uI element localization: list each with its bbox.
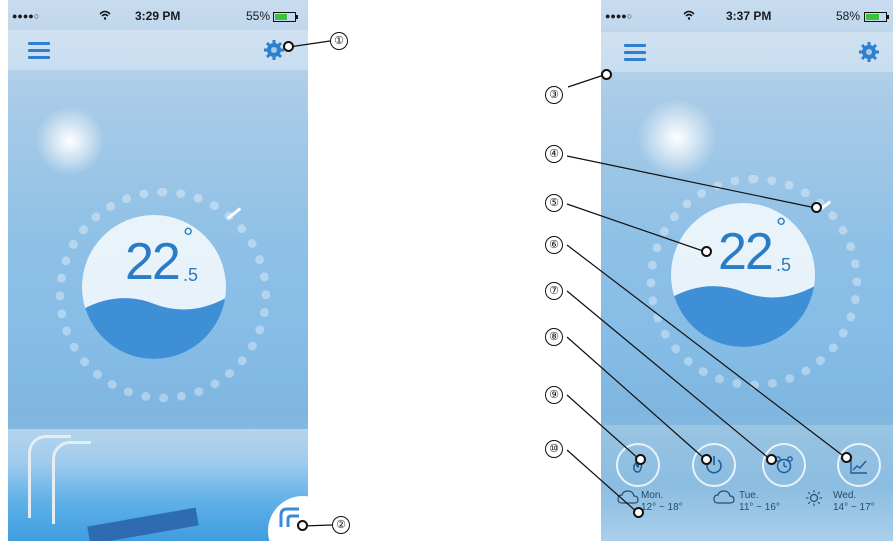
callout-4: ④ xyxy=(545,145,563,163)
forecast-day: Tue. 11° ~ 16° xyxy=(739,490,780,514)
callout-5: ⑤ xyxy=(545,194,563,212)
timer-button[interactable] xyxy=(762,443,806,487)
pool-photo xyxy=(8,429,308,541)
callout-7: ⑦ xyxy=(545,282,563,300)
pool-ladder xyxy=(52,441,91,524)
callout-marker xyxy=(635,454,646,465)
callout-10: ⑩ xyxy=(545,440,563,458)
status-time: 3:37 PM xyxy=(726,9,772,23)
temperature-decimal: .5 xyxy=(776,255,792,275)
forecast-temp-range: 11° ~ 16° xyxy=(739,502,780,513)
callout-marker xyxy=(701,246,712,257)
callout-2: ② xyxy=(332,516,350,534)
callout-3: ③ xyxy=(545,86,563,104)
callout-marker xyxy=(811,202,822,213)
callout-6: ⑥ xyxy=(545,236,563,254)
callout-marker xyxy=(841,452,852,463)
gear-icon[interactable] xyxy=(858,41,880,63)
sun-icon xyxy=(805,489,823,512)
callout-marker xyxy=(766,454,777,465)
callout-1: ① xyxy=(330,32,348,50)
pool-mat xyxy=(87,507,199,541)
battery-percent: 58% xyxy=(836,9,861,23)
callout-marker xyxy=(283,41,294,52)
left-phone-screen: ●●●●○ 3:29 PM 55% 22 ° .5 xyxy=(8,0,308,541)
temperature-whole: 22 xyxy=(125,233,181,291)
callout-marker xyxy=(297,520,308,531)
wifi-icon xyxy=(683,9,695,23)
temperature-readout: 22 ° .5 xyxy=(125,224,198,291)
degree-symbol: ° xyxy=(776,212,787,242)
callout-marker xyxy=(601,69,612,80)
callout-9: ⑨ xyxy=(545,386,563,404)
battery-icon xyxy=(864,11,890,25)
signal-indicator: ●●●●○ xyxy=(12,11,40,21)
forecast-temp-range: 12° ~ 18° xyxy=(641,502,683,513)
heating-button[interactable] xyxy=(616,443,660,487)
signal-indicator: ●●●●○ xyxy=(605,11,633,21)
battery-icon xyxy=(273,11,299,25)
alarm-clock-icon xyxy=(775,456,793,474)
forecast-day-name: Mon. xyxy=(641,490,664,501)
status-bar: ●●●●○ 3:29 PM 55% xyxy=(8,0,308,30)
status-time: 3:29 PM xyxy=(135,9,181,23)
callout-marker xyxy=(633,507,644,518)
temperature-decimal: .5 xyxy=(183,265,199,285)
nav-bar xyxy=(8,30,308,70)
callout-marker xyxy=(701,454,712,465)
degree-symbol: ° xyxy=(183,222,194,252)
statistics-button[interactable] xyxy=(837,443,881,487)
forecast-day-name: Wed. xyxy=(833,490,857,501)
menu-icon[interactable] xyxy=(624,44,646,62)
forecast-temp-range: 14° ~ 17° xyxy=(833,502,875,513)
cloud-icon xyxy=(713,489,735,510)
battery-percent: 55% xyxy=(246,9,271,23)
power-button[interactable] xyxy=(692,443,736,487)
nav-bar xyxy=(601,32,893,72)
wifi-icon xyxy=(99,9,111,23)
callout-8: ⑧ xyxy=(545,328,563,346)
sun-glare xyxy=(637,98,717,178)
gear-icon[interactable] xyxy=(263,39,285,61)
temperature-readout: 22 ° .5 xyxy=(718,214,791,281)
forecast-day-name: Tue. xyxy=(739,490,759,501)
forecast-day: Wed. 14° ~ 17° xyxy=(833,490,875,514)
forecast-day: Mon. 12° ~ 18° xyxy=(641,490,683,514)
temperature-whole: 22 xyxy=(718,223,774,281)
sun-glare xyxy=(35,106,105,176)
menu-icon[interactable] xyxy=(28,42,50,60)
status-bar: ●●●●○ 3:37 PM 58% xyxy=(601,0,893,30)
chart-icon xyxy=(850,457,867,474)
